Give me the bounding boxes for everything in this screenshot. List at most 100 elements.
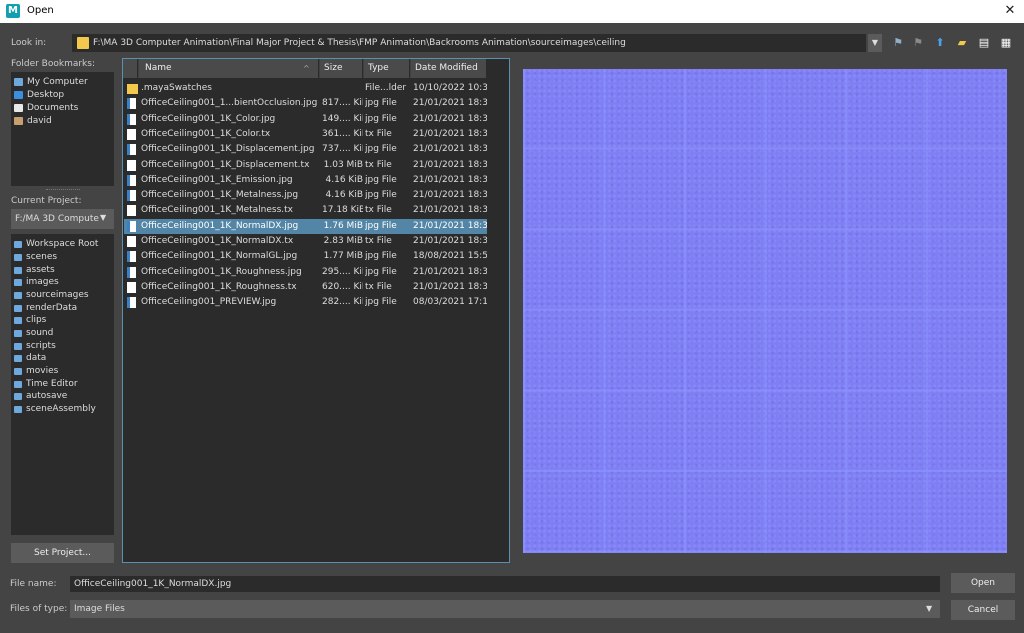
column-header-size[interactable]: Size xyxy=(320,59,363,78)
bookmark-david[interactable]: david xyxy=(14,114,52,127)
bookmark-my-computer[interactable]: My Computer xyxy=(14,75,88,88)
title-bar: M Open ✕ xyxy=(0,0,1024,23)
file-name: OfficeCeiling001_1K_Roughness.jpg xyxy=(141,266,302,277)
file-row[interactable]: OfficeCeiling001_1K_Color.jpg 149.... KiB… xyxy=(124,112,487,127)
file-row[interactable]: OfficeCeiling001_1K_Roughness.jpg 295....… xyxy=(124,265,487,280)
file-date: 21/01/2021 18:34 xyxy=(413,236,487,246)
workspace-item[interactable]: clips xyxy=(14,314,46,326)
file-row[interactable]: .mayaSwatches File...lder 10/10/2022 10:35 xyxy=(124,81,487,96)
workspace-item-label: Workspace Root xyxy=(26,239,99,249)
file-row[interactable]: OfficeCeiling001_1K_NormalDX.tx 2.83 MiB t… xyxy=(124,234,487,249)
file-date: 21/01/2021 18:33 xyxy=(413,128,487,139)
workspace-item-label: assets xyxy=(26,265,55,275)
file-name: OfficeCeiling001_1K_NormalGL.jpg xyxy=(141,251,298,262)
file-type: jpg File xyxy=(365,174,397,185)
file-name: OfficeCeiling001_1K_Color.tx xyxy=(141,128,271,139)
workspace-item[interactable]: scenes xyxy=(14,251,57,263)
workspace-item[interactable]: Time Editor xyxy=(14,378,78,390)
file-row[interactable]: OfficeCeiling001_1K_Metalness.tx 17.18 Ki… xyxy=(124,203,487,218)
bookmark-add-icon[interactable]: ⚑ xyxy=(890,34,906,52)
workspace-item[interactable]: sourceimages xyxy=(14,289,89,301)
detail-view-icon[interactable]: ▦ xyxy=(998,34,1014,52)
file-row[interactable]: OfficeCeiling001_1K_NormalDX.jpg 1.76 MiB… xyxy=(124,218,487,234)
workspace-item[interactable]: sceneAssembly xyxy=(14,403,96,415)
workspace-item-label: Time Editor xyxy=(26,379,78,389)
bookmark-documents[interactable]: Documents xyxy=(14,101,78,114)
folder-icon xyxy=(14,304,22,312)
folder-icon xyxy=(14,316,22,324)
workspace-item-label: sourceimages xyxy=(26,290,89,300)
file-list-header: Name ^ Size Type Date Modified xyxy=(123,59,487,79)
file-name: OfficeCeiling001_1K_Metalness.tx xyxy=(141,205,293,216)
file-type: jpg File xyxy=(365,220,397,231)
file-size: 1.76 MiB xyxy=(323,220,363,231)
workspace-item[interactable]: assets xyxy=(14,264,55,276)
close-icon[interactable]: ✕ xyxy=(1000,2,1020,20)
file-name: OfficeCeiling001_1K_Color.jpg xyxy=(141,113,276,124)
file-type: tx File xyxy=(365,205,392,216)
file-type: jpg File xyxy=(365,190,397,201)
file-row[interactable]: OfficeCeiling001_1...bientOcclusion.jpg 8… xyxy=(124,96,487,111)
bookmark-label: My Computer xyxy=(27,76,88,87)
file-row[interactable]: OfficeCeiling001_1K_Displacement.tx 1.03 … xyxy=(124,158,487,173)
workspace-item[interactable]: Workspace Root xyxy=(14,238,98,250)
bookmark-desktop[interactable]: Desktop xyxy=(14,88,64,101)
column-header-name-label: Name xyxy=(145,63,172,73)
file-date: 21/01/2021 18:33 xyxy=(413,113,487,124)
image-file-icon xyxy=(127,251,136,263)
folder-icon xyxy=(14,291,22,299)
workspace-item[interactable]: renderData xyxy=(14,302,77,314)
tx-file-icon xyxy=(127,128,136,140)
file-row[interactable]: OfficeCeiling001_1K_Emission.jpg 4.16 KiB… xyxy=(124,173,487,188)
file-size: 620.... KiB xyxy=(322,281,363,292)
tx-file-icon xyxy=(127,236,136,247)
splitter-handle[interactable] xyxy=(46,189,80,191)
filetype-combo[interactable]: Image Files ▼ xyxy=(70,600,940,618)
file-size: 17.18 KiB xyxy=(322,205,363,216)
workspace-item-label: sound xyxy=(26,328,54,338)
file-name: OfficeCeiling001_1K_NormalDX.tx xyxy=(141,236,294,246)
file-date: 08/03/2021 17:12 xyxy=(413,297,487,308)
file-row[interactable]: OfficeCeiling001_1K_Metalness.jpg 4.16 Ki… xyxy=(124,188,487,203)
up-folder-icon[interactable]: ⬆ xyxy=(932,34,948,52)
file-type: jpg File xyxy=(365,113,397,124)
file-size: 282.... KiB xyxy=(322,297,363,308)
workspace-item[interactable]: data xyxy=(14,352,46,364)
file-name: OfficeCeiling001_1...bientOcclusion.jpg xyxy=(141,98,318,109)
column-header-type[interactable]: Type xyxy=(364,59,410,78)
workspace-item[interactable]: scripts xyxy=(14,340,56,352)
folder-icon xyxy=(14,278,22,286)
file-date: 21/01/2021 18:33 xyxy=(413,159,487,170)
new-folder-icon[interactable]: ▰ xyxy=(954,34,970,52)
file-size: 1.03 MiB xyxy=(323,159,363,170)
bookmark-remove-icon[interactable]: ⚑ xyxy=(910,34,926,52)
list-view-icon[interactable]: ▤ xyxy=(976,34,992,52)
current-project-combo[interactable]: F:/MA 3D Computer Animation ▼ xyxy=(11,209,114,229)
open-button[interactable]: Open xyxy=(951,573,1015,593)
file-row[interactable]: OfficeCeiling001_1K_Roughness.tx 620.... … xyxy=(124,280,487,295)
file-size: 2.83 MiB xyxy=(323,236,363,246)
image-file-icon xyxy=(127,174,136,186)
file-date: 21/01/2021 18:34 xyxy=(413,266,487,277)
tx-file-icon xyxy=(127,159,136,171)
file-row[interactable]: OfficeCeiling001_1K_NormalGL.jpg 1.77 MiB… xyxy=(124,249,487,264)
workspace-item-label: data xyxy=(26,353,47,363)
workspace-item[interactable]: movies xyxy=(14,365,58,377)
column-header-date[interactable]: Date Modified xyxy=(411,59,487,78)
folder-icon xyxy=(14,354,22,362)
file-size: 149.... KiB xyxy=(322,113,363,124)
file-row[interactable]: OfficeCeiling001_1K_Displacement.jpg 737.… xyxy=(124,142,487,157)
workspace-item[interactable]: images xyxy=(14,276,59,288)
cancel-button[interactable]: Cancel xyxy=(951,600,1015,620)
lookin-dropdown-button[interactable]: ▼ xyxy=(868,34,882,52)
column-header-name[interactable]: Name ^ xyxy=(139,59,319,78)
tx-file-icon xyxy=(127,281,136,293)
workspace-item[interactable]: sound xyxy=(14,327,53,339)
filename-input[interactable] xyxy=(70,576,940,592)
workspace-item[interactable]: autosave xyxy=(14,390,67,402)
lookin-path-field[interactable]: F:\MA 3D Computer Animation\Final Major … xyxy=(72,34,866,52)
file-row[interactable]: OfficeCeiling001_PREVIEW.jpg 282.... KiBj… xyxy=(124,295,487,310)
file-name: .mayaSwatches xyxy=(141,83,212,93)
file-row[interactable]: OfficeCeiling001_1K_Color.tx 361.... KiBt… xyxy=(124,127,487,142)
set-project-button[interactable]: Set Project... xyxy=(11,543,114,563)
